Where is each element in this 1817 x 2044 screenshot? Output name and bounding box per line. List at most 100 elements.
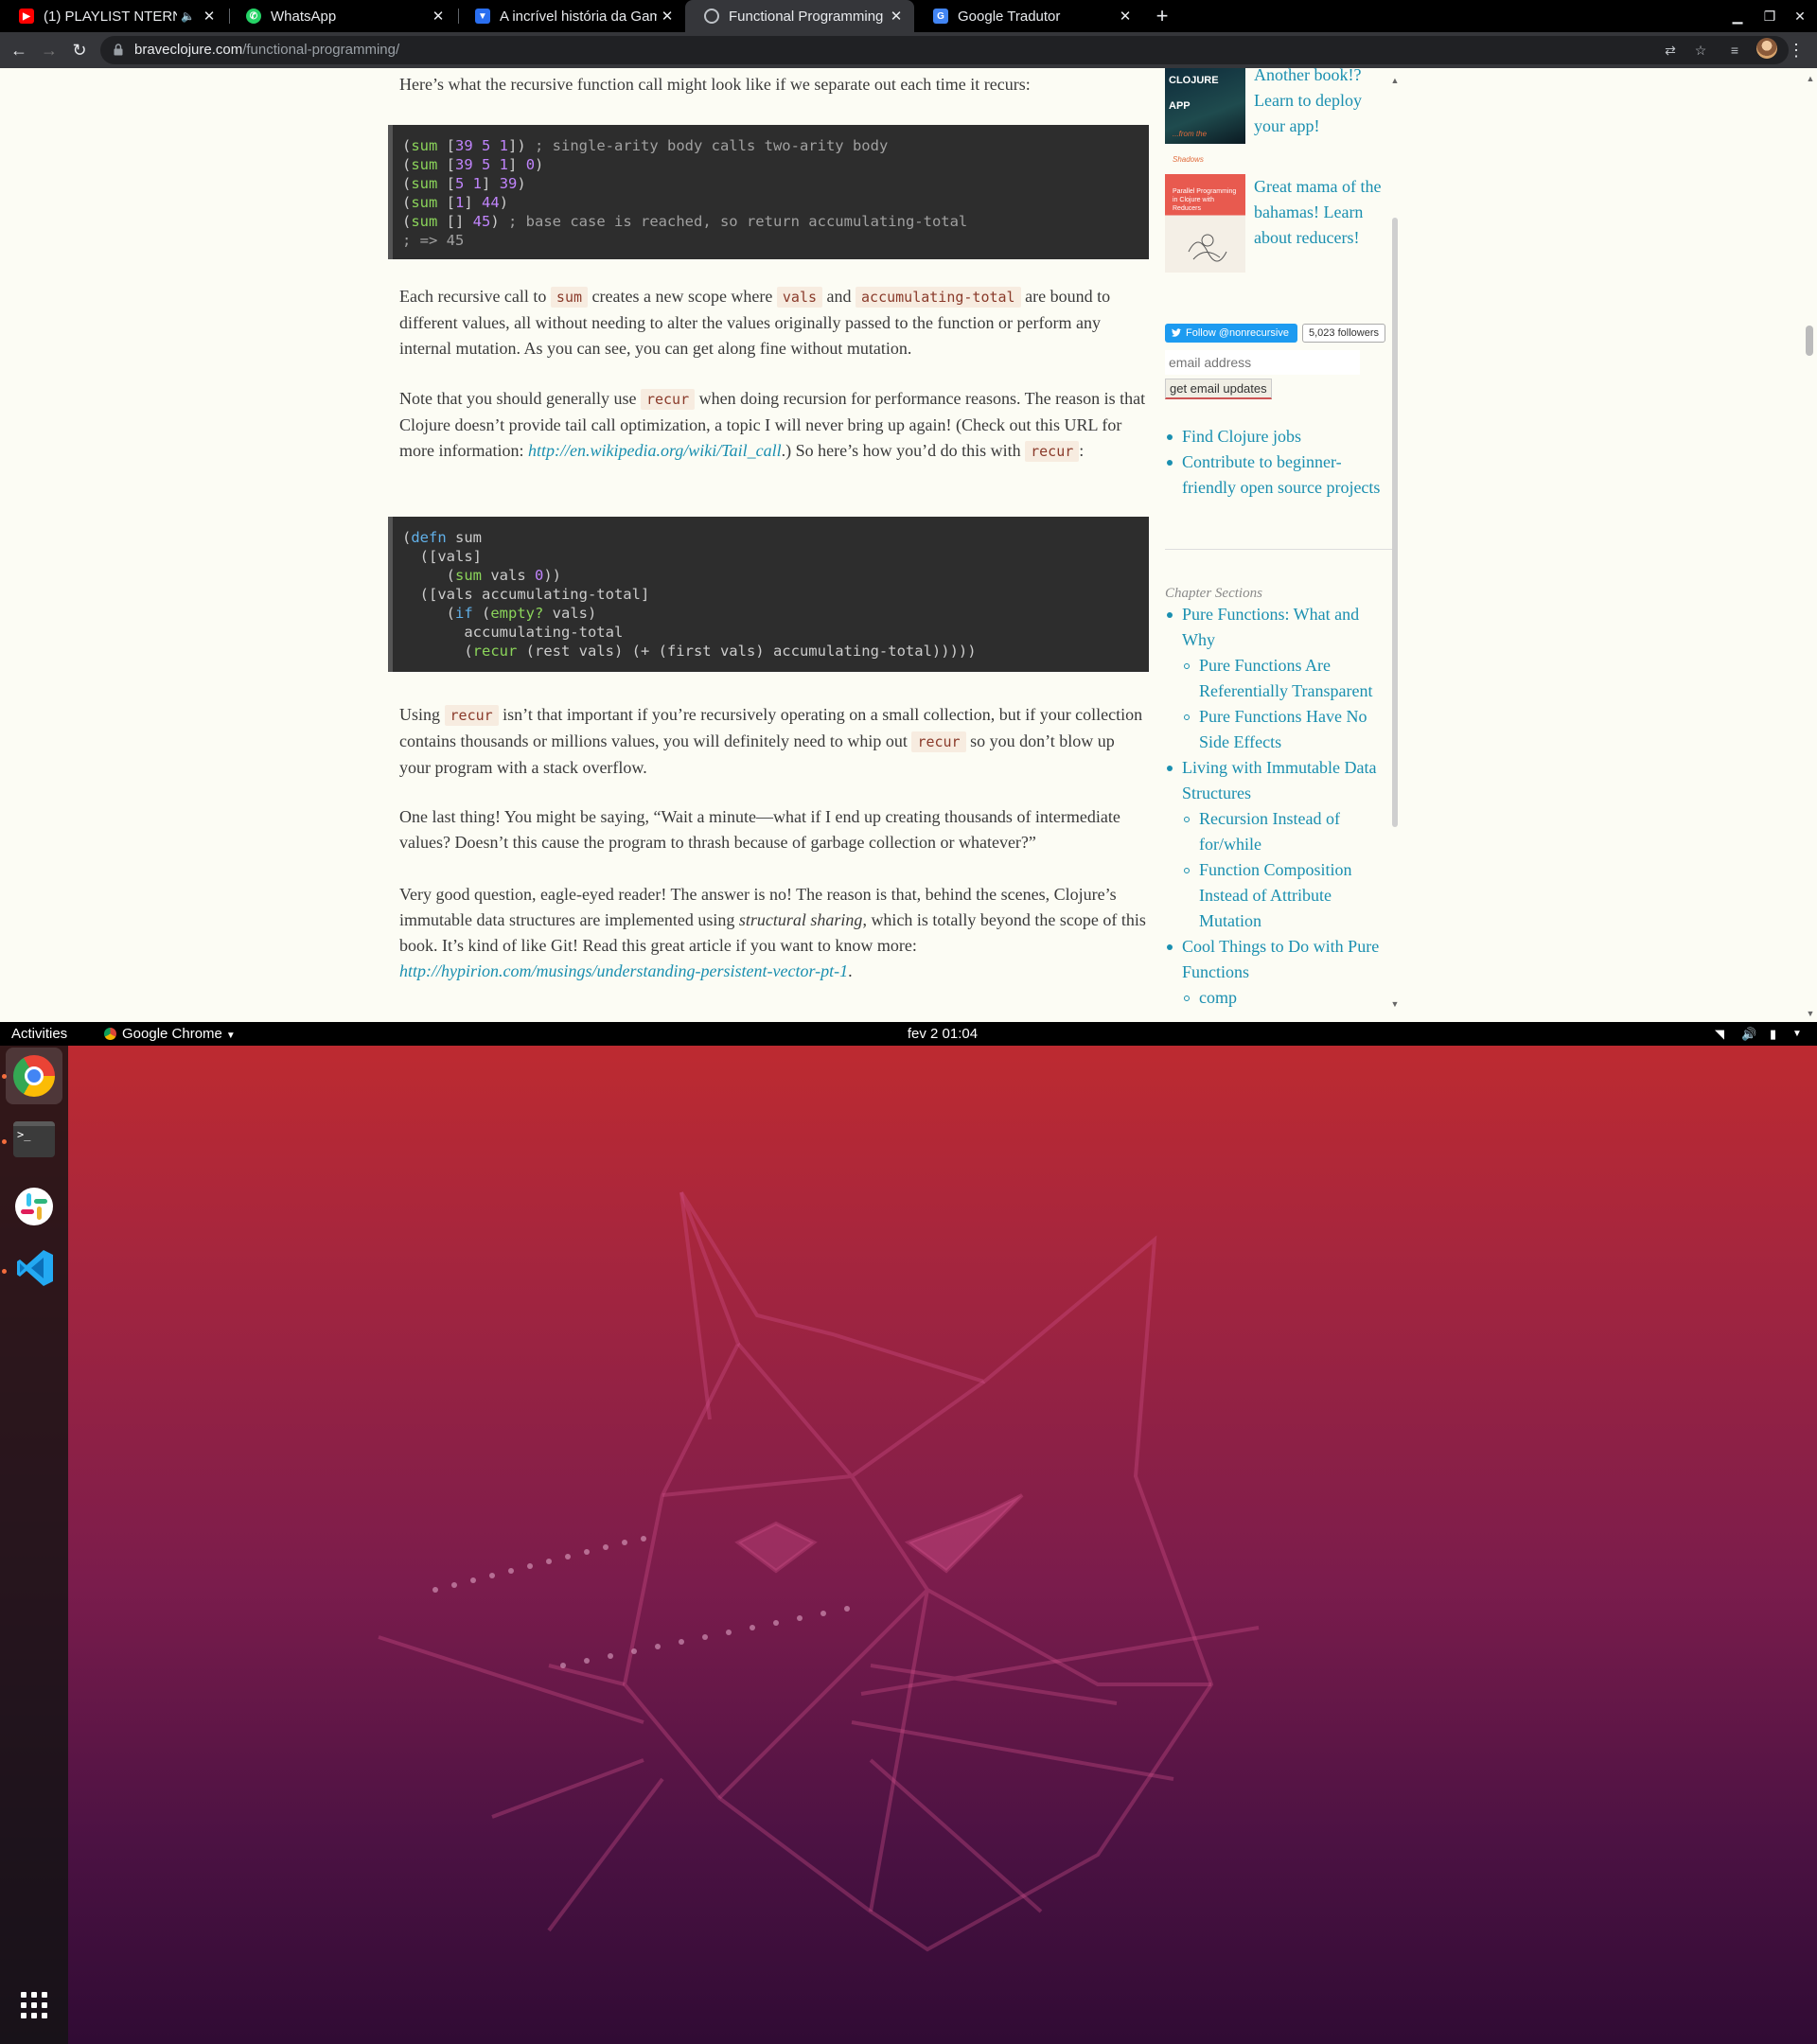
google-translate-icon: G	[933, 9, 948, 24]
promo-text[interactable]: Great mama of the bahamas! Learn about r…	[1254, 174, 1392, 251]
close-icon[interactable]: ✕	[657, 8, 678, 25]
battery-icon[interactable]: ▮	[1770, 1022, 1776, 1046]
back-icon[interactable]: ←	[6, 37, 32, 63]
terminal-icon: >_	[13, 1121, 55, 1157]
paragraph: Each recursive call to sum creates a new…	[399, 284, 1147, 361]
toc-comp[interactable]: comp	[1199, 985, 1392, 1011]
new-tab-button[interactable]: +	[1149, 3, 1175, 29]
close-icon[interactable]: ✕	[886, 8, 907, 25]
volume-icon[interactable]: 🔊	[1741, 1022, 1756, 1046]
toc-no-side-effects[interactable]: Pure Functions Have No Side Effects	[1199, 704, 1392, 755]
inline-code: recur	[1025, 441, 1080, 462]
show-applications-icon[interactable]	[21, 1992, 49, 2020]
bullet-icon	[1184, 868, 1190, 873]
divider	[1165, 549, 1392, 550]
toc-function-composition[interactable]: Function Composition Instead of Attribut…	[1199, 857, 1369, 934]
book-cover-clojure-app[interactable]: CLOJURE APP ...from the Shadows	[1165, 68, 1245, 164]
scrollbar-thumb[interactable]	[1392, 218, 1398, 827]
inline-code: accumulating-total	[856, 287, 1021, 308]
code-line: (sum [] 45) ; base case is reached, so r…	[402, 213, 968, 230]
paragraph: Using recur isn’t that important if you’…	[399, 702, 1147, 781]
translate-icon[interactable]: ⇄	[1660, 40, 1681, 61]
illustration-icon	[1188, 234, 1227, 262]
media-queue-icon[interactable]: ≡	[1724, 40, 1745, 61]
code-line: accumulating-total	[402, 624, 624, 641]
tab-title: A incrível história da Gam	[500, 8, 657, 25]
tab-title: WhatsApp	[271, 8, 337, 25]
text: Note that you should generally use	[399, 389, 641, 408]
dock-slack[interactable]	[6, 1178, 62, 1235]
promo-reducers[interactable]: Parallel Programming in Clojure with Red…	[1165, 174, 1392, 273]
promo-clojure-app[interactable]: CLOJURE APP ...from the Shadows Another …	[1165, 68, 1392, 164]
youtube-icon: ▶	[19, 9, 34, 24]
scroll-down-icon[interactable]: ▼	[1390, 999, 1400, 1009]
clock[interactable]: fev 2 01:04	[0, 1022, 1817, 1046]
star-icon[interactable]: ☆	[1690, 40, 1711, 61]
cover-title: CLOJURE APP	[1169, 75, 1219, 112]
vscode-icon	[17, 1250, 53, 1286]
close-icon[interactable]: ✕	[428, 8, 449, 25]
page-scroll-down-icon[interactable]: ▼	[1806, 1009, 1815, 1018]
close-icon[interactable]: ✕	[1115, 8, 1136, 25]
code-line: (sum [1] 44)	[402, 194, 509, 211]
tail-call-link[interactable]: http://en.wikipedia.org/wiki/Tail_call	[528, 441, 782, 460]
avatar[interactable]	[1756, 38, 1777, 59]
dock-google-chrome[interactable]	[6, 1048, 62, 1104]
link-contribute-open-source[interactable]: Contribute to beginner-friendly open sou…	[1182, 449, 1390, 501]
minimize-icon[interactable]: ▁	[1724, 4, 1751, 28]
page-scrollbar-thumb[interactable]	[1806, 326, 1813, 356]
lock-icon[interactable]	[114, 44, 123, 56]
cover-title: Parallel Programming in Clojure with Red…	[1173, 188, 1237, 212]
forward-icon[interactable]: →	[36, 37, 62, 63]
restore-icon[interactable]: ❐	[1756, 4, 1783, 28]
book-cover-reducers[interactable]: Parallel Programming in Clojure with Red…	[1165, 174, 1245, 273]
code-line: ([vals accumulating-total]	[402, 586, 650, 603]
email-updates-button[interactable]: get email updates	[1165, 379, 1272, 399]
code-line: (if (empty? vals)	[402, 605, 597, 622]
speaker-muted-icon[interactable]: 🔈	[181, 9, 195, 23]
system-menu-caret-icon[interactable]: ▼	[1792, 1022, 1802, 1046]
close-icon[interactable]: ✕	[199, 8, 220, 25]
toc-pure-functions[interactable]: Pure Functions: What and Why	[1182, 602, 1390, 653]
followers-count[interactable]: 5,023 followers	[1302, 324, 1385, 343]
dock-terminal[interactable]: >_	[6, 1112, 62, 1169]
email-field[interactable]	[1165, 350, 1360, 375]
bullet-icon	[1167, 460, 1173, 466]
emphasis: structural sharing	[738, 910, 863, 929]
toc-referentially-transparent[interactable]: Pure Functions Are Referentially Transpa…	[1199, 653, 1392, 704]
promo-text[interactable]: Another book!? Learn to deploy your app!	[1254, 68, 1392, 139]
close-window-icon[interactable]: ✕	[1787, 4, 1813, 28]
tab-youtube[interactable]: ▶ (1) PLAYLIST NTERNAC 🔈 ✕	[0, 0, 227, 32]
code-block-recursion-trace: (sum [39 5 1]) ; single-arity body calls…	[388, 125, 1149, 259]
tab-google-tradutor[interactable]: G Google Tradutor ✕	[914, 0, 1143, 32]
bullet-icon	[1167, 944, 1173, 950]
dock-vscode[interactable]	[6, 1241, 62, 1297]
address-bar[interactable]: braveclojure.com/functional-programming/…	[100, 36, 1789, 64]
bookmark-icon: ▼	[475, 9, 490, 24]
wifi-icon[interactable]: ◥	[1715, 1022, 1724, 1046]
tab-gam-history[interactable]: ▼ A incrível história da Gam ✕	[456, 0, 685, 32]
sidebar-scrollbar[interactable]: ▲ ▼	[1390, 76, 1400, 1009]
scroll-up-icon[interactable]: ▲	[1390, 76, 1400, 85]
code-block-recur: (defn sum ([vals] (sum vals 0)) ([vals a…	[388, 517, 1149, 672]
toc-recursion[interactable]: Recursion Instead of for/while	[1199, 806, 1360, 857]
cover-subtitle: ...from the Shadows	[1173, 130, 1208, 164]
page-scroll-up-icon[interactable]: ▲	[1806, 74, 1815, 83]
tab-functional-programming[interactable]: Functional Programming ✕	[685, 0, 914, 32]
toc-cool-things[interactable]: Cool Things to Do with Pure Functions	[1182, 934, 1392, 985]
code-line: ([vals]	[402, 548, 482, 565]
more-menu-icon[interactable]: ⋮	[1787, 37, 1806, 63]
paragraph: Very good question, eagle-eyed reader! T…	[399, 882, 1147, 984]
code-line: (defn sum	[402, 529, 482, 546]
twitter-follow-button[interactable]: Follow @nonrecursive	[1165, 324, 1297, 343]
url-host: braveclojure.com	[134, 42, 243, 58]
tab-whatsapp[interactable]: ✆ WhatsApp ✕	[227, 0, 456, 32]
hypirion-link[interactable]: http://hypirion.com/musings/understandin…	[399, 961, 848, 980]
reload-icon[interactable]: ↻	[66, 37, 93, 63]
text: Using	[399, 705, 445, 724]
toc-immutable-data[interactable]: Living with Immutable Data Structures	[1182, 755, 1392, 806]
inline-code: recur	[911, 731, 966, 752]
tab-strip: ▶ (1) PLAYLIST NTERNAC 🔈 ✕ ✆ WhatsApp ✕ …	[0, 0, 1817, 32]
link-clojure-jobs[interactable]: Find Clojure jobs	[1182, 424, 1400, 449]
url-text[interactable]: braveclojure.com/functional-programming/	[134, 42, 399, 58]
